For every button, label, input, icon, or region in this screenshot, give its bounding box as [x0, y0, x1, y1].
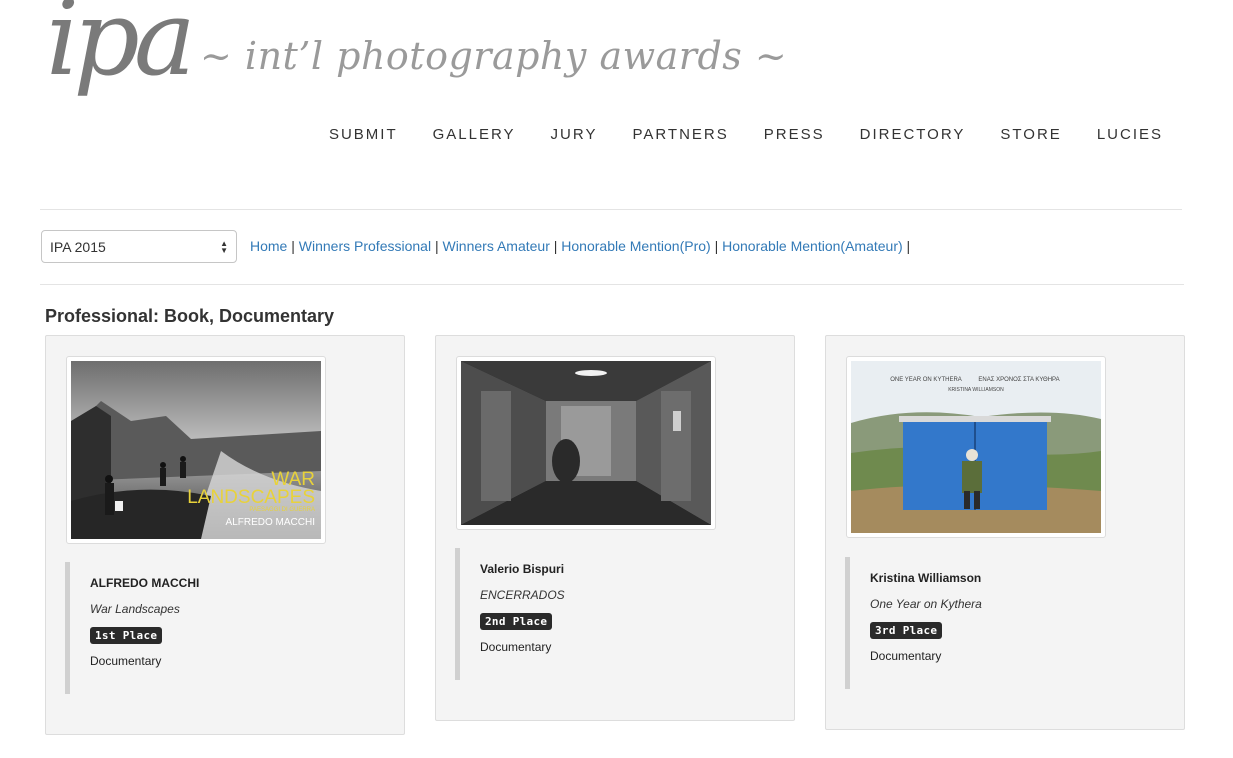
cover-title: ONE YEAR ON KYTHERA — [890, 377, 962, 383]
year-select[interactable]: IPA 2015 ▲ ▼ — [41, 230, 237, 263]
photo-encerrados — [461, 361, 711, 525]
entry-thumbnail[interactable]: ONE YEAR ON KYTHERA ΕΝΑΣ ΧΡΟΝΟΣ ΣΤΑ ΚΥΘΗ… — [846, 356, 1106, 538]
category-title: Professional: Book, Documentary — [45, 306, 335, 326]
entry-card: Valerio Bispuri ENCERRADOS 2nd Place Doc… — [435, 335, 795, 721]
nav-jury[interactable]: JURY — [551, 126, 598, 143]
entry-work-title: One Year on Kythera — [870, 597, 982, 611]
subnav-honorable-mention-pro[interactable]: Honorable Mention(Pro) — [561, 238, 710, 254]
entry-info: Valerio Bispuri ENCERRADOS 2nd Place Doc… — [455, 548, 755, 680]
cover-author: KRISTINA WILLIAMSON — [948, 387, 1004, 393]
ipa-logo[interactable]: ipa — [46, 0, 196, 90]
separator: | — [906, 238, 911, 254]
entry-work-title: War Landscapes — [90, 602, 180, 616]
subnav-winners-amateur[interactable]: Winners Amateur — [442, 238, 549, 254]
entry-author[interactable]: Valerio Bispuri — [480, 562, 755, 576]
nav-directory[interactable]: DIRECTORY — [860, 126, 966, 143]
entry-genre: Documentary — [870, 649, 942, 663]
select-arrows-icon: ▲ ▼ — [220, 238, 228, 255]
subnav-honorable-mention-amateur[interactable]: Honorable Mention(Amateur) — [722, 238, 903, 254]
site-tagline: ~ int’l photography awards ~ — [200, 34, 788, 78]
entry-genre: Documentary — [480, 640, 552, 654]
nav-partners[interactable]: PARTNERS — [632, 126, 728, 143]
entry-genre: Documentary — [90, 654, 162, 668]
nav-lucies[interactable]: LUCIES — [1097, 126, 1163, 143]
entry-author[interactable]: Kristina Williamson — [870, 571, 1145, 585]
subnav-home[interactable]: Home — [250, 238, 287, 254]
book-cover-one-year-on-kythera: ONE YEAR ON KYTHERA ΕΝΑΣ ΧΡΟΝΟΣ ΣΤΑ ΚΥΘΗ… — [851, 361, 1101, 533]
header-divider — [40, 209, 1182, 210]
nav-store[interactable]: STORE — [1000, 126, 1061, 143]
entry-author[interactable]: ALFREDO MACCHI — [90, 576, 365, 590]
cover-title-greek: ΕΝΑΣ ΧΡΟΝΟΣ ΣΤΑ ΚΥΘΗΡΑ — [978, 377, 1059, 383]
entry-info: ALFREDO MACCHI War Landscapes 1st Place … — [65, 562, 365, 694]
book-cover-war-landscapes: WAR LANDSCAPES PAESAGGI DI GUERRA ALFRED… — [71, 361, 321, 539]
entry-card: WAR LANDSCAPES PAESAGGI DI GUERRA ALFRED… — [45, 335, 405, 735]
separator: | — [714, 238, 723, 254]
cover-title-line2: LANDSCAPES — [187, 487, 315, 508]
separator: | — [291, 238, 299, 254]
entry-thumbnail[interactable] — [456, 356, 716, 530]
entry-info: Kristina Williamson One Year on Kythera … — [845, 557, 1145, 689]
entry-card: ONE YEAR ON KYTHERA ΕΝΑΣ ΧΡΟΝΟΣ ΣΤΑ ΚΥΘΗ… — [825, 335, 1185, 730]
place-badge: 1st Place — [90, 627, 163, 644]
winners-subnav: Home | Winners Professional | Winners Am… — [250, 238, 910, 254]
year-select-value: IPA 2015 — [50, 238, 106, 255]
place-badge: 3rd Place — [870, 622, 943, 639]
nav-submit[interactable]: SUBMIT — [329, 126, 398, 143]
nav-press[interactable]: PRESS — [764, 126, 825, 143]
cover-subtitle: PAESAGGI DI GUERRA — [249, 507, 315, 513]
entry-work-title: ENCERRADOS — [480, 588, 565, 602]
nav-gallery[interactable]: GALLERY — [433, 126, 516, 143]
main-nav: SUBMIT GALLERY JURY PARTNERS PRESS DIREC… — [329, 126, 1163, 143]
subnav-divider — [40, 284, 1184, 285]
entry-thumbnail[interactable]: WAR LANDSCAPES PAESAGGI DI GUERRA ALFRED… — [66, 356, 326, 544]
subnav-winners-professional[interactable]: Winners Professional — [299, 238, 431, 254]
cover-author: ALFREDO MACCHI — [226, 517, 315, 528]
place-badge: 2nd Place — [480, 613, 553, 630]
